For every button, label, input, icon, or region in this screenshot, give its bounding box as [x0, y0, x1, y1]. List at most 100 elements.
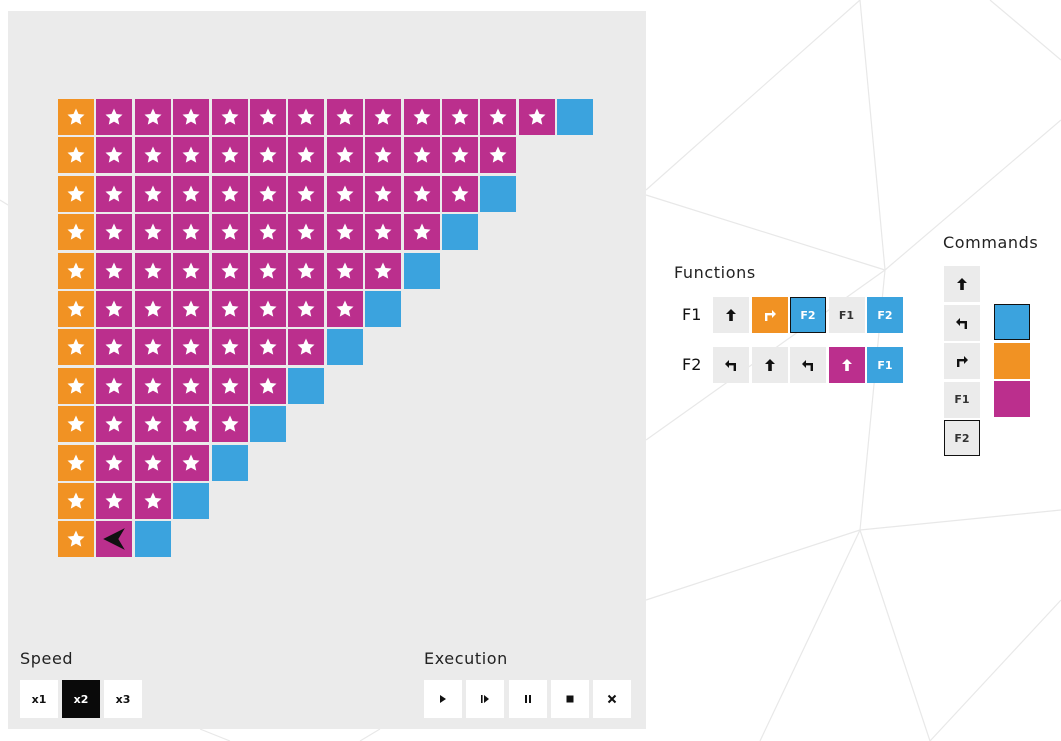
clear-button[interactable] — [593, 680, 632, 718]
grid-cell-magenta — [288, 291, 325, 327]
grid-cell-magenta — [96, 406, 133, 443]
star-icon — [67, 300, 85, 317]
star-icon — [182, 415, 200, 432]
grid-cell-magenta — [173, 175, 210, 212]
command-left[interactable] — [944, 304, 980, 341]
grid-cell-magenta — [134, 367, 171, 404]
slot-command-label: F2 — [800, 308, 816, 322]
star-icon — [297, 223, 315, 240]
function-f1-slot-4[interactable]: F1 — [828, 297, 865, 333]
command-f2[interactable]: F2 — [944, 420, 980, 456]
pause-icon — [522, 693, 534, 705]
star-icon — [105, 377, 123, 394]
star-icon — [182, 185, 200, 202]
star-icon — [259, 185, 277, 202]
grid-cell-orange — [58, 521, 94, 558]
star-icon — [144, 338, 162, 356]
function-f1-slot-5[interactable]: F2 — [867, 297, 903, 333]
star-icon — [221, 108, 239, 125]
grid-cell-magenta — [173, 137, 210, 174]
star-icon — [336, 108, 354, 125]
pause-button[interactable] — [508, 680, 547, 718]
grid-cell-magenta — [211, 214, 248, 251]
star-icon — [489, 146, 507, 164]
star-icon — [336, 185, 354, 202]
color-swatch-blue[interactable] — [994, 304, 1030, 340]
grid-cell-magenta — [480, 99, 517, 135]
command-f1[interactable]: F1 — [944, 381, 980, 418]
grid-cell-magenta — [134, 214, 171, 251]
function-f2-slot-2[interactable] — [751, 347, 788, 383]
star-icon — [221, 377, 239, 394]
grid-cell-magenta — [211, 329, 248, 366]
color-swatch-orange[interactable] — [994, 342, 1030, 379]
forward-icon — [839, 357, 855, 373]
star-icon — [489, 108, 507, 125]
star-icon — [182, 338, 200, 356]
stop-button[interactable] — [550, 680, 589, 718]
grid-cell-blue — [557, 99, 594, 135]
star-icon — [221, 262, 239, 279]
star-icon — [259, 262, 277, 279]
grid-cell-magenta — [365, 252, 402, 289]
grid-cell-blue — [211, 444, 248, 481]
grid-cell-blue — [250, 406, 286, 443]
grid-cell-magenta — [173, 367, 210, 404]
function-f1-slot-3[interactable]: F2 — [790, 297, 826, 333]
grid-cell-magenta — [96, 329, 133, 366]
grid-cell-magenta — [134, 291, 171, 327]
star-icon — [105, 338, 123, 356]
star-icon — [259, 108, 277, 125]
star-icon — [67, 492, 85, 509]
grid-cell-orange — [58, 367, 94, 404]
slot-command-label: F2 — [877, 308, 893, 322]
grid-cell-magenta — [250, 291, 286, 327]
star-icon — [451, 185, 469, 202]
command-right[interactable] — [944, 343, 980, 379]
function-label-f1: F1 — [682, 305, 702, 324]
star-icon — [221, 185, 239, 202]
function-f2-slot-4[interactable] — [828, 347, 865, 383]
grid-cell-magenta — [134, 175, 171, 212]
grid-cell-orange — [58, 483, 94, 519]
star-icon — [413, 108, 431, 125]
speed-x3-button[interactable]: x3 — [104, 680, 142, 718]
command-forward[interactable] — [944, 266, 980, 302]
grid-cell-magenta — [134, 406, 171, 443]
star-icon — [144, 185, 162, 202]
play-button[interactable] — [424, 680, 462, 718]
step-button[interactable] — [466, 680, 505, 718]
forward-icon — [762, 357, 778, 373]
color-swatch-magenta[interactable] — [994, 381, 1030, 417]
grid-cell-orange — [58, 175, 94, 212]
grid-cell-blue — [403, 252, 440, 289]
grid-cell-magenta — [96, 291, 133, 327]
grid-cell-blue — [288, 367, 325, 404]
grid-cell-magenta — [211, 291, 248, 327]
star-icon — [336, 262, 354, 279]
star-icon — [221, 338, 239, 356]
star-icon — [259, 223, 277, 240]
star-icon — [413, 146, 431, 164]
grid-cell-magenta — [326, 252, 363, 289]
function-f2-slot-1[interactable] — [713, 347, 749, 383]
grid-cell-magenta — [326, 214, 363, 251]
grid-cell-magenta — [173, 291, 210, 327]
star-icon — [144, 492, 162, 509]
star-icon — [67, 146, 85, 164]
grid-cell-magenta — [96, 214, 133, 251]
function-f2-slot-3[interactable] — [790, 347, 826, 383]
function-f1-slot-1[interactable] — [713, 297, 749, 333]
function-f2-slot-5[interactable]: F1 — [867, 347, 903, 383]
star-icon — [144, 262, 162, 279]
function-f1-slot-2[interactable] — [751, 297, 788, 333]
grid-cell-magenta — [403, 214, 440, 251]
star-icon — [105, 300, 123, 317]
star-icon — [182, 108, 200, 125]
grid-cell-magenta — [288, 137, 325, 174]
speed-x2-button[interactable]: x2 — [62, 680, 100, 718]
star-icon — [374, 185, 392, 202]
left-icon — [954, 315, 970, 331]
speed-x1-button[interactable]: x1 — [20, 680, 58, 718]
forward-icon — [954, 276, 970, 292]
